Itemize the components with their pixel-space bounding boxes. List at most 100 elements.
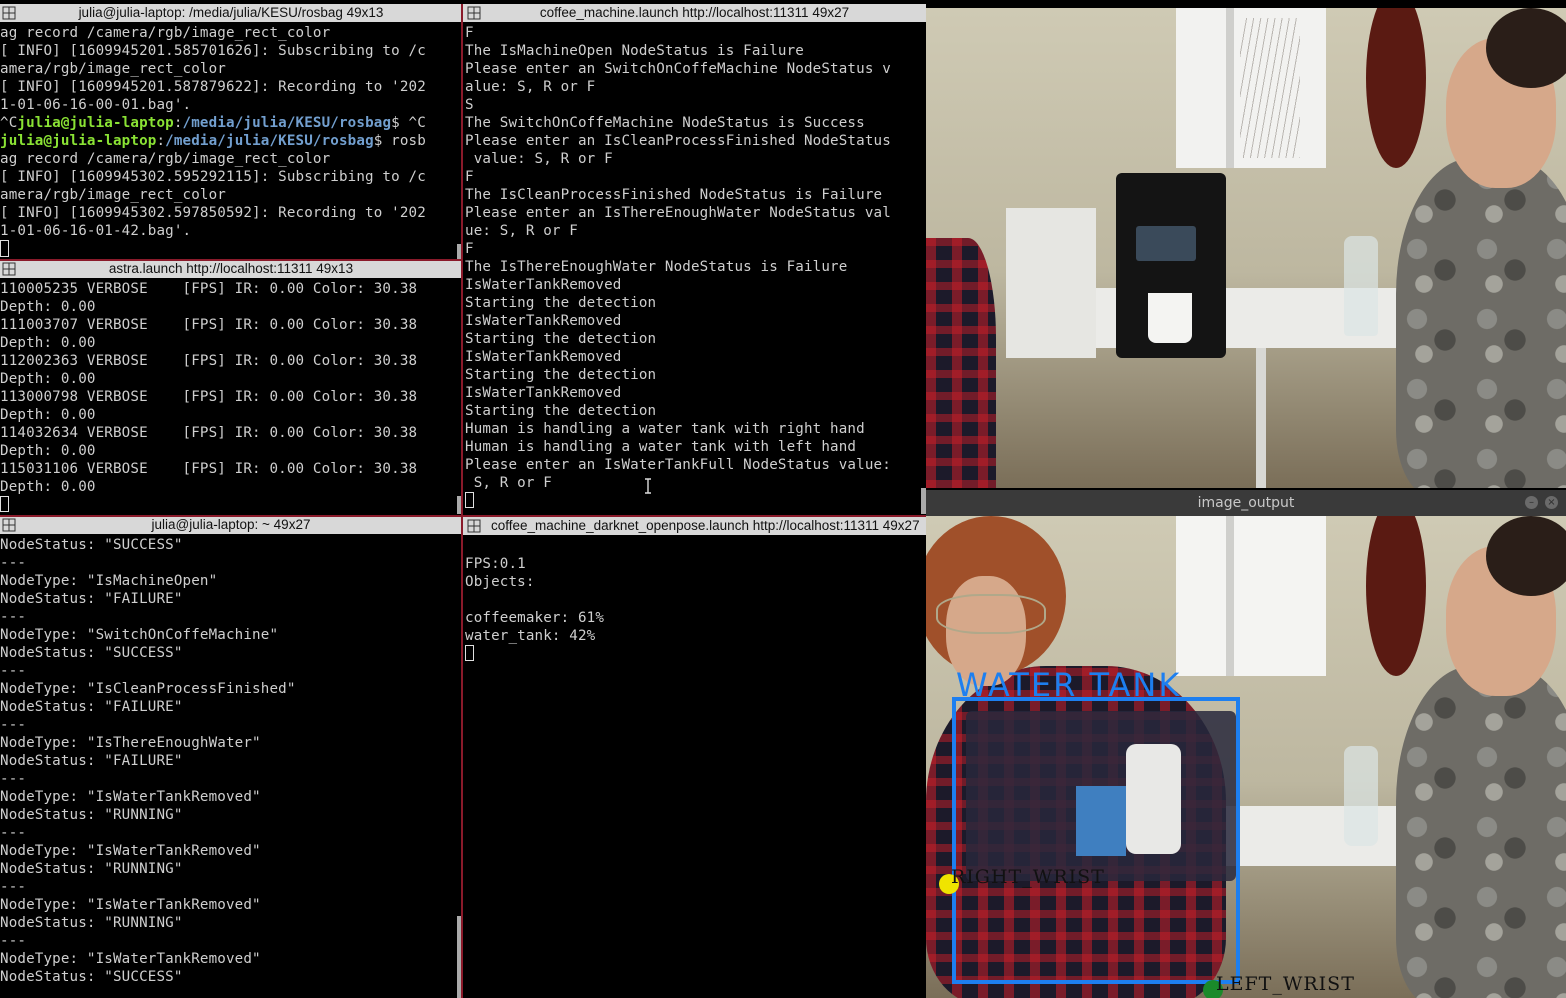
- terminal-line: coffeemaker: 61%: [465, 610, 605, 626]
- prompt-prefix: ^C: [0, 115, 18, 131]
- terminal-line: S, R or F: [465, 475, 552, 491]
- terminal-line: alue: S, R or F: [465, 79, 596, 95]
- ibeam-cursor-icon: [645, 478, 651, 494]
- person-left-arm: [926, 238, 996, 488]
- terminal-line: NodeStatus: "FAILURE": [0, 753, 183, 769]
- terminal-line: NodeStatus: "SUCCESS": [0, 537, 183, 553]
- terminal-line: Starting the detection: [465, 295, 657, 311]
- terminal-line: Please enter an IsThereEnoughWater NodeS…: [465, 205, 891, 221]
- terminal-line: NodeType: "IsWaterTankRemoved": [0, 951, 261, 967]
- terminal-line: Please enter an IsWaterTankFull NodeStat…: [465, 457, 891, 473]
- terminal-line: Depth: 0.00: [0, 335, 96, 351]
- terminal-line: [ INFO] [1609945302.597850592]: Recordin…: [0, 205, 426, 221]
- terminal-line: The IsMachineOpen NodeStatus is Failure: [465, 43, 804, 59]
- terminal-coffee-titlebar[interactable]: coffee_machine.launch http://localhost:1…: [463, 4, 926, 22]
- terminal-rosbag[interactable]: julia@julia-laptop: /media/julia/KESU/ro…: [0, 4, 462, 260]
- terminal-darknet-output[interactable]: FPS:0.1 Objects: coffeemaker: 61% water_…: [465, 537, 926, 998]
- person-right-hair: [1486, 516, 1566, 596]
- terminal-line: Depth: 0.00: [0, 371, 96, 387]
- terminal-line: Starting the detection: [465, 403, 657, 419]
- terminal-line: NodeType: "IsWaterTankRemoved": [0, 897, 261, 913]
- terminal-astra-titlebar[interactable]: astra.launch http://localhost:11311 49x1…: [0, 260, 462, 278]
- terminal-line: NodeType: "IsThereEnoughWater": [0, 735, 261, 751]
- terminal-line: ag record /camera/rgb/image_rect_color: [0, 25, 331, 41]
- table-leg: [1256, 348, 1266, 488]
- terminal-line: NodeStatus: "FAILURE": [0, 699, 183, 715]
- terminal-home[interactable]: julia@julia-laptop: ~ 49x27 NodeStatus: …: [0, 516, 462, 998]
- cursor-line: [465, 645, 926, 663]
- terminal-home-titlebar[interactable]: julia@julia-laptop: ~ 49x27: [0, 516, 462, 534]
- terminal-line: [ INFO] [1609945201.585701626]: Subscrib…: [0, 43, 426, 59]
- terminal-line: F: [465, 25, 474, 41]
- terminal-line: ---: [0, 555, 27, 571]
- text-cursor: [465, 492, 474, 508]
- cursor-line: [0, 496, 462, 514]
- terminal-line: Please enter an SwitchOnCoffeMachine Nod…: [465, 61, 891, 77]
- text-cursor: [0, 496, 9, 512]
- close-icon[interactable]: ×: [1545, 496, 1558, 509]
- grid-icon[interactable]: [467, 519, 481, 533]
- grid-icon[interactable]: [2, 262, 16, 276]
- terminal-line: NodeStatus: "RUNNING": [0, 861, 183, 877]
- terminal-line: [ INFO] [1609945302.595292115]: Subscrib…: [0, 169, 426, 185]
- terminal-darknet-titlebar[interactable]: coffee_machine_darknet_openpose.launch h…: [463, 517, 926, 535]
- terminal-rosbag-output[interactable]: ag record /camera/rgb/image_rect_color […: [0, 24, 462, 260]
- terminal-line: Starting the detection: [465, 331, 657, 347]
- water-tank-box-label: WATER TANK: [956, 666, 1182, 704]
- terminal-line: amera/rgb/image_rect_color: [0, 187, 226, 203]
- terminal-line: NodeStatus: "SUCCESS": [0, 969, 183, 985]
- terminal-line: Depth: 0.00: [0, 479, 96, 495]
- terminal-line: 112002363 VERBOSE [FPS] IR: 0.00 Color: …: [0, 353, 418, 369]
- terminal-line: IsWaterTankRemoved: [465, 385, 622, 401]
- terminal-line: S: [465, 97, 474, 113]
- terminal-darknet-title: coffee_machine_darknet_openpose.launch h…: [491, 518, 920, 533]
- terminal-coffee-machine[interactable]: coffee_machine.launch http://localhost:1…: [463, 4, 926, 515]
- shell-prompt: julia@julia-laptop:/media/julia/KESU/ros…: [0, 132, 462, 150]
- terminal-line: NodeType: "IsWaterTankRemoved": [0, 843, 261, 859]
- prompt-suffix: $ rosb: [373, 133, 426, 149]
- terminal-line: ---: [0, 609, 27, 625]
- text-cursor: [465, 645, 474, 661]
- terminal-line: NodeStatus: "SUCCESS": [0, 645, 183, 661]
- terminal-coffee-title: coffee_machine.launch http://localhost:1…: [539, 5, 850, 20]
- terminal-line: 1-01-06-16-01-42.bag'.: [0, 223, 192, 239]
- terminal-line: F: [465, 169, 474, 185]
- text-cursor: [0, 240, 9, 257]
- terminal-line: NodeType: "SwitchOnCoffeMachine": [0, 627, 279, 643]
- terminal-rosbag-titlebar[interactable]: julia@julia-laptop: /media/julia/KESU/ro…: [0, 4, 462, 22]
- terminal-line: ---: [0, 933, 27, 949]
- pane-divider[interactable]: [0, 259, 462, 261]
- grid-icon[interactable]: [2, 6, 16, 20]
- terminal-line: amera/rgb/image_rect_color: [0, 61, 226, 77]
- person-right-hair: [1486, 8, 1566, 88]
- prompt-user: julia@julia-laptop: [17, 115, 174, 131]
- terminal-line: Objects:: [465, 574, 535, 590]
- image-output-titlebar[interactable]: image_output – ×: [926, 490, 1566, 516]
- terminal-line: IsWaterTankRemoved: [465, 277, 622, 293]
- camera-feed-top: [926, 8, 1566, 488]
- terminal-line: NodeStatus: "FAILURE": [0, 591, 183, 607]
- terminal-line: The IsThereEnoughWater NodeStatus is Fai…: [465, 259, 848, 275]
- terminal-line: ---: [0, 825, 27, 841]
- minimize-icon[interactable]: –: [1525, 496, 1538, 509]
- terminal-darknet[interactable]: coffee_machine_darknet_openpose.launch h…: [463, 517, 926, 998]
- window-frame: [1226, 8, 1234, 168]
- terminal-line: Please enter an IsCleanProcessFinished N…: [465, 133, 891, 149]
- terminal-line: FPS:0.1: [465, 556, 526, 572]
- terminal-line: 111003707 VERBOSE [FPS] IR: 0.00 Color: …: [0, 317, 418, 333]
- window-frame: [1226, 516, 1234, 676]
- terminal-coffee-output[interactable]: F The IsMachineOpen NodeStatus is Failur…: [465, 24, 926, 515]
- terminal-line: [ INFO] [1609945201.587879622]: Recordin…: [0, 79, 426, 95]
- terminal-home-output[interactable]: NodeStatus: "SUCCESS" --- NodeType: "IsM…: [0, 536, 462, 998]
- terminal-astra[interactable]: astra.launch http://localhost:11311 49x1…: [0, 260, 462, 516]
- terminal-home-title: julia@julia-laptop: ~ 49x27: [151, 517, 311, 532]
- terminal-line: 113000798 VERBOSE [FPS] IR: 0.00 Color: …: [0, 389, 418, 405]
- grid-icon[interactable]: [467, 6, 481, 20]
- terminal-line: IsWaterTankRemoved: [465, 313, 622, 329]
- terminal-line: NodeType: "IsWaterTankRemoved": [0, 789, 261, 805]
- grid-icon[interactable]: [2, 518, 16, 532]
- prompt-path: /media/julia/KESU/rosbag: [165, 133, 374, 149]
- terminal-astra-output[interactable]: 110005235 VERBOSE [FPS] IR: 0.00 Color: …: [0, 280, 462, 516]
